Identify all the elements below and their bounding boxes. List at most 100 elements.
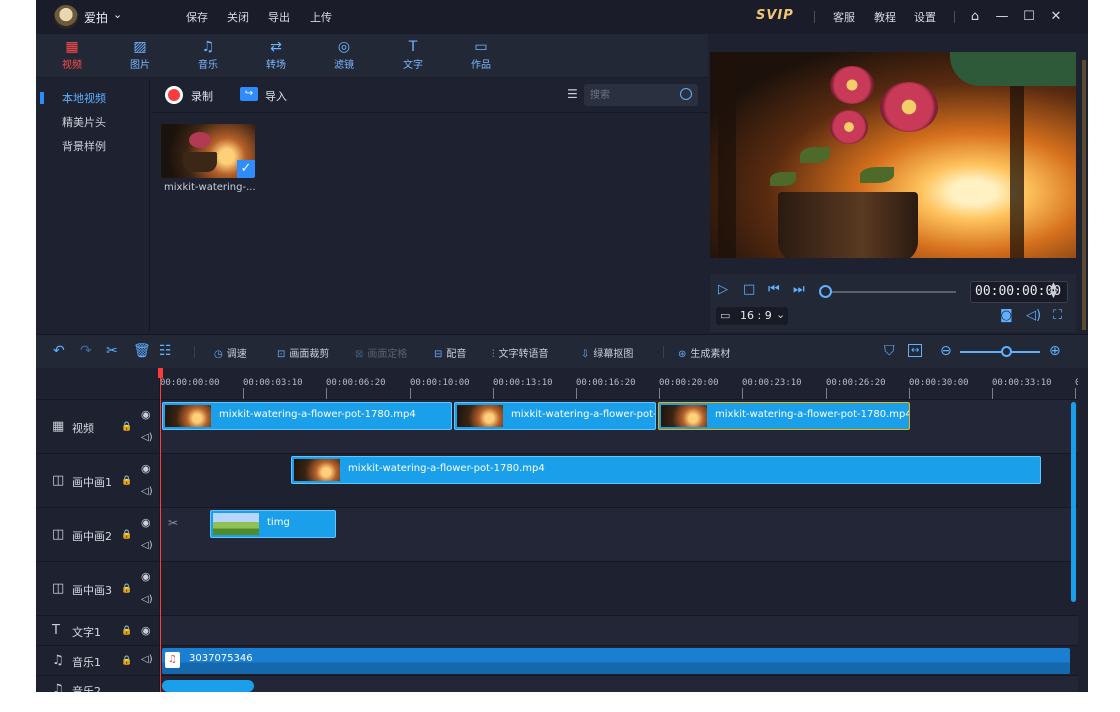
music-file-icon: ♫ — [165, 652, 180, 668]
minimize-icon[interactable]: — — [994, 9, 1010, 25]
fit-timeline-icon[interactable]: ↔ — [908, 344, 923, 357]
lock-icon[interactable]: 🔒 — [121, 530, 132, 540]
volume-icon[interactable]: ◁) — [141, 432, 153, 443]
freeze-frame-button[interactable]: ⊠ 画面定格 — [355, 345, 407, 360]
menu-support[interactable]: 客服 — [833, 9, 855, 25]
audio-clip[interactable] — [162, 680, 254, 692]
track-pip3[interactable] — [160, 562, 1078, 616]
progress-handle[interactable] — [819, 285, 832, 298]
volume-icon[interactable]: ◁) — [141, 486, 153, 497]
track-music1[interactable]: ♫ 3037075346 — [160, 646, 1078, 676]
scissors-icon[interactable]: ✂ — [106, 343, 118, 359]
tab-works[interactable]: ▭ 作品 — [456, 38, 506, 71]
menu-tutorial[interactable]: 教程 — [874, 9, 896, 25]
speed-button[interactable]: ◷ 调速 — [214, 345, 247, 360]
volume-icon[interactable]: ◁) — [1026, 308, 1041, 323]
eye-icon[interactable]: ◉ — [141, 462, 151, 475]
tab-transition[interactable]: ⇄ 转场 — [251, 38, 301, 71]
camera-icon[interactable]: ◙ — [1000, 308, 1013, 323]
menu-settings[interactable]: 设置 — [914, 9, 936, 25]
menu-upload[interactable]: 上传 — [310, 9, 332, 25]
stop-icon[interactable]: □ — [743, 282, 755, 297]
tick-label: 00:00:20:00 — [659, 378, 719, 388]
video-clip[interactable]: mixkit-watering-a-flower-pot-1780.mp4 — [162, 402, 452, 430]
play-icon[interactable]: ▷ — [718, 282, 728, 297]
progress-track[interactable] — [826, 291, 956, 293]
eye-icon[interactable]: ◉ — [141, 408, 151, 421]
tab-image[interactable]: ▨ 图片 — [115, 38, 165, 71]
menu-export[interactable]: 导出 — [268, 9, 290, 25]
tab-music[interactable]: ♫ 音乐 — [183, 38, 233, 71]
generate-material-button[interactable]: ⊛ 生成素材 — [678, 345, 730, 360]
lock-icon[interactable]: 🔒 — [121, 422, 132, 432]
fullscreen-icon[interactable]: ⛶ — [1053, 308, 1062, 323]
menu-save[interactable]: 保存 — [186, 9, 208, 25]
zoom-handle[interactable] — [1001, 346, 1012, 357]
tab-text[interactable]: T 文字 — [388, 38, 438, 71]
timeline-scrollbar[interactable] — [1071, 402, 1076, 602]
track-pip2[interactable]: ✂ timg — [160, 508, 1078, 562]
track-text1[interactable] — [160, 616, 1078, 646]
eye-icon[interactable]: ◉ — [141, 570, 151, 583]
tab-video[interactable]: ▦ 视频 — [47, 38, 97, 71]
window-scrollbar[interactable] — [1082, 60, 1086, 330]
pip-clip[interactable]: mixkit-watering-a-flower-pot-1780.mp4 — [291, 456, 1041, 484]
eye-icon[interactable]: ◉ — [141, 624, 151, 637]
track-music2[interactable] — [160, 676, 1078, 692]
prev-frame-icon[interactable]: ⏮ — [768, 282, 780, 297]
scissors-icon[interactable]: ✂ — [168, 516, 178, 530]
close-icon[interactable]: ✕ — [1048, 9, 1064, 25]
maximize-icon[interactable]: ☐ — [1021, 9, 1037, 25]
volume-icon[interactable]: ◁) — [141, 540, 153, 551]
svip-badge[interactable]: SVIP — [756, 8, 794, 23]
import-button[interactable]: 导入 — [265, 88, 287, 104]
playhead[interactable] — [160, 368, 161, 692]
record-button[interactable]: 录制 — [191, 88, 213, 104]
search-input[interactable] — [590, 87, 670, 103]
text-to-speech-button[interactable]: ⫶ 文字转语音 — [492, 345, 549, 360]
delete-icon[interactable]: 🗑 — [133, 343, 151, 359]
undo-icon[interactable]: ↶ — [53, 343, 65, 359]
menu-close[interactable]: 关闭 — [227, 9, 249, 25]
video-clip[interactable]: mixkit-watering-a-flower-pot- — [454, 402, 656, 430]
crop-button[interactable]: ⊡ 画面裁剪 — [277, 345, 329, 360]
app-name[interactable]: 爱拍 — [84, 9, 108, 26]
category-local-video[interactable]: 本地视频 — [62, 90, 106, 106]
audio-clip[interactable]: ♫ 3037075346 — [162, 648, 1070, 674]
marker-icon[interactable]: ⛉ — [884, 343, 895, 359]
lock-icon[interactable]: 🔒 — [121, 626, 132, 636]
adjust-icon[interactable]: ☷ — [159, 343, 172, 359]
search-icon[interactable] — [680, 88, 692, 100]
volume-icon[interactable]: ◁) — [141, 654, 153, 665]
track-video[interactable]: mixkit-watering-a-flower-pot-1780.mp4 mi… — [160, 400, 1078, 454]
video-clip-selected[interactable]: mixkit-watering-a-flower-pot-1780.mp4 — [658, 402, 910, 430]
pip-clip[interactable]: timg — [210, 510, 336, 538]
lock-icon[interactable]: 🔒 — [121, 584, 132, 594]
track-pip1[interactable]: mixkit-watering-a-flower-pot-1780.mp4 — [160, 454, 1078, 508]
zoom-slider[interactable] — [960, 351, 1040, 353]
lock-icon[interactable]: 🔒 — [121, 656, 132, 666]
timeline-ruler[interactable]: 00:00:00:00 00:00:03:10 00:00:06:20 00:0… — [160, 368, 1078, 400]
track-header-text1: T 文字1 🔒 ◉ — [36, 616, 160, 646]
category-intros[interactable]: 精美片头 — [62, 114, 106, 130]
eye-icon[interactable]: ◉ — [141, 516, 151, 529]
media-thumbnail[interactable]: ✓ — [161, 124, 255, 178]
chevron-down-icon[interactable]: ⌄ — [113, 8, 122, 21]
home-icon[interactable]: ⌂ — [967, 9, 983, 25]
aspect-ratio-select[interactable]: ▭ 16 : 9 ⌄ — [716, 307, 788, 325]
timecode-stepper-icon[interactable]: ▲ ▼ — [1050, 282, 1057, 300]
green-screen-button[interactable]: ⇩ 绿幕抠图 — [581, 345, 633, 360]
import-icon[interactable]: ↪ — [240, 87, 258, 101]
record-icon[interactable] — [165, 86, 183, 104]
checkmark-icon[interactable]: ✓ — [237, 160, 255, 178]
next-frame-icon[interactable]: ⏭ — [793, 282, 805, 297]
tab-filter[interactable]: ◎ 滤镜 — [319, 38, 369, 71]
zoom-out-icon[interactable]: ⊖ — [940, 343, 952, 359]
lock-icon[interactable]: 🔒 — [121, 476, 132, 486]
volume-icon[interactable]: ◁) — [141, 594, 153, 605]
sort-icon[interactable]: ☰ — [567, 87, 578, 101]
zoom-in-icon[interactable]: ⊕ — [1049, 343, 1061, 359]
category-backgrounds[interactable]: 背景样例 — [62, 138, 106, 154]
redo-icon[interactable]: ↷ — [80, 343, 92, 359]
dubbing-button[interactable]: ⊟ 配音 — [434, 345, 466, 360]
